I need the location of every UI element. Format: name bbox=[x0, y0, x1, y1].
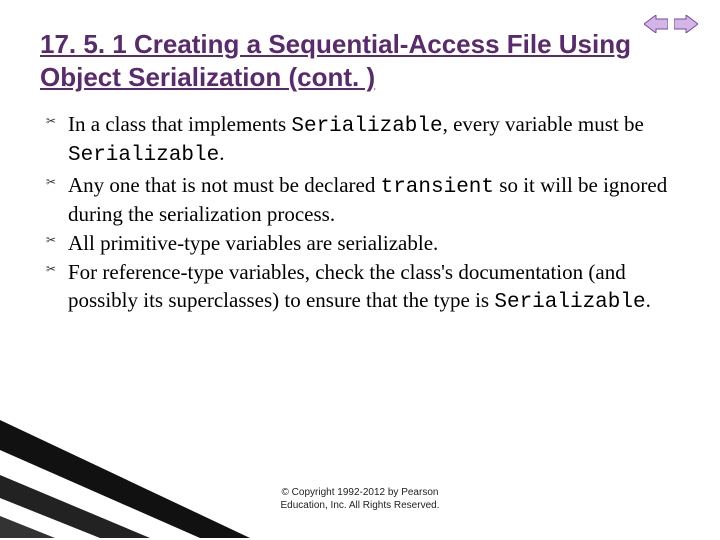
copyright-line: Education, Inc. All Rights Reserved. bbox=[0, 499, 720, 512]
corner-decoration-icon bbox=[0, 420, 260, 540]
code-text: Serializable bbox=[68, 144, 219, 167]
prev-arrow-icon[interactable] bbox=[644, 14, 668, 34]
text: Any one that is not must be declared bbox=[68, 173, 381, 197]
list-item: All primitive-type variables are seriali… bbox=[46, 230, 680, 257]
text: , every variable must be bbox=[443, 112, 644, 136]
copyright-line: © Copyright 1992-2012 by Pearson bbox=[0, 486, 720, 499]
text: In a class that implements bbox=[68, 112, 291, 136]
code-text: transient bbox=[381, 176, 494, 199]
slide-body: In a class that implements Serializable,… bbox=[40, 111, 680, 316]
copyright: © Copyright 1992-2012 by Pearson Educati… bbox=[0, 486, 720, 512]
slide-title: 17. 5. 1 Creating a Sequential-Access Fi… bbox=[40, 28, 680, 93]
bullet-list: In a class that implements Serializable,… bbox=[46, 111, 680, 316]
slide: 17. 5. 1 Creating a Sequential-Access Fi… bbox=[0, 0, 720, 540]
code-text: Serializable bbox=[291, 115, 442, 138]
text: . bbox=[646, 288, 651, 312]
list-item: For reference-type variables, check the … bbox=[46, 259, 680, 316]
list-item: Any one that is not must be declared tra… bbox=[46, 172, 680, 229]
text: . bbox=[219, 141, 224, 165]
text: All primitive-type variables are seriali… bbox=[68, 231, 438, 255]
code-text: Serializable bbox=[494, 291, 645, 314]
nav-arrows bbox=[644, 14, 698, 34]
list-item: In a class that implements Serializable,… bbox=[46, 111, 680, 170]
next-arrow-icon[interactable] bbox=[674, 14, 698, 34]
